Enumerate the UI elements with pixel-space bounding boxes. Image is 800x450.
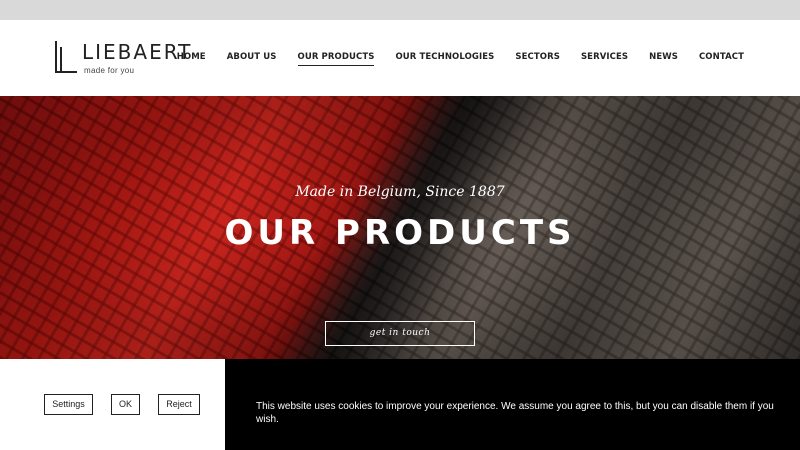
hero-subtitle: Made in Belgium, Since 1887 <box>295 184 505 200</box>
cookie-ok-button[interactable]: OK <box>111 394 140 415</box>
cookie-message: This website uses cookies to improve you… <box>256 401 774 425</box>
nav-item-about-us[interactable]: ABOUT US <box>227 52 277 66</box>
nav-item-our-technologies[interactable]: OUR TECHNOLOGIES <box>395 52 494 66</box>
nav-item-sectors[interactable]: SECTORS <box>515 52 560 66</box>
cookie-actions: Settings OK Reject <box>0 359 225 450</box>
nav-item-home[interactable]: HOME <box>177 52 206 66</box>
cookie-settings-button[interactable]: Settings <box>44 394 93 415</box>
main-nav: HOME ABOUT US OUR PRODUCTS OUR TECHNOLOG… <box>156 52 744 66</box>
nav-item-contact[interactable]: CONTACT <box>699 52 744 66</box>
nav-item-services[interactable]: SERVICES <box>581 52 628 66</box>
hero-title: OUR PRODUCTS <box>224 213 576 253</box>
nav-item-our-products[interactable]: OUR PRODUCTS <box>297 52 375 66</box>
get-in-touch-button[interactable]: get in touch <box>325 321 475 346</box>
brand-tagline: made for you <box>84 66 135 75</box>
logo-mark-icon <box>55 41 77 73</box>
cookie-reject-button[interactable]: Reject <box>158 394 200 415</box>
top-bar <box>0 0 800 20</box>
cookie-banner: This website uses cookies to improve you… <box>225 359 800 450</box>
site-header: LIEBAERT made for you HOME ABOUT US OUR … <box>0 20 800 96</box>
nav-item-news[interactable]: NEWS <box>649 52 678 66</box>
hero-banner: Made in Belgium, Since 1887 OUR PRODUCTS… <box>0 96 800 359</box>
